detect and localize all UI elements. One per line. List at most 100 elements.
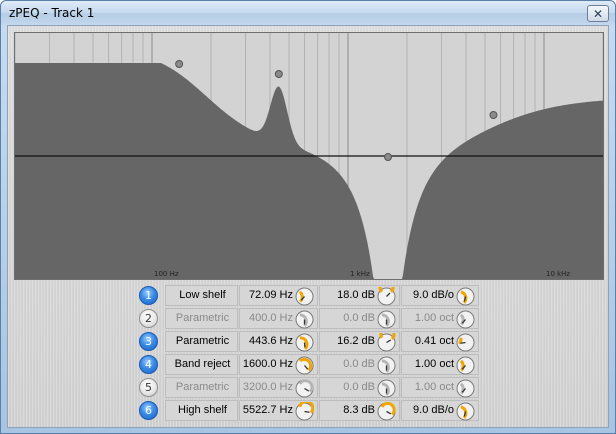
q-knob-icon[interactable] — [456, 333, 475, 352]
frequency-knob-icon[interactable] — [295, 287, 314, 306]
knob-graphic — [295, 379, 314, 398]
knob-graphic — [377, 326, 396, 352]
band-number: 2 — [145, 312, 152, 325]
band-q-field[interactable]: 0.41 oct — [401, 331, 479, 352]
band-row: 3 Parametric 443.6 Hz 16.2 dB 0.41 oct — [139, 326, 479, 353]
band-frequency-field[interactable]: 400.0 Hz — [239, 308, 318, 329]
knob-graphic — [377, 310, 396, 329]
band-row: 2 Parametric 400.0 Hz 0.0 dB 1.00 oct — [139, 307, 479, 330]
knob-graphic — [377, 379, 396, 398]
band-type-select[interactable]: Parametric — [165, 377, 238, 398]
band-node-handle[interactable] — [384, 153, 393, 161]
band-number: 6 — [145, 404, 152, 417]
band-q-field[interactable]: 1.00 oct — [401, 308, 479, 329]
band-gain-field[interactable]: 0.0 dB — [319, 308, 400, 329]
q-knob-icon[interactable] — [456, 402, 475, 421]
gain-knob-icon[interactable] — [377, 279, 396, 306]
band-gain-field[interactable]: 18.0 dB — [319, 279, 400, 306]
knob-graphic — [295, 310, 314, 329]
knob-graphic — [456, 310, 475, 329]
band-frequency-field[interactable]: 72.09 Hz — [239, 285, 318, 306]
knob-graphic — [377, 402, 396, 421]
band-toggle-button[interactable]: 6 — [139, 401, 158, 420]
window-title: zPEQ - Track 1 — [9, 6, 95, 20]
frequency-knob-icon[interactable] — [295, 356, 314, 375]
band-q-field[interactable]: 1.00 oct — [401, 377, 479, 398]
q-knob-icon[interactable] — [456, 310, 475, 329]
q-knob-icon[interactable] — [456, 356, 475, 375]
band-type-label: Band reject — [174, 358, 231, 370]
band-type-label: Parametric — [175, 335, 230, 347]
band-type-select[interactable]: Band reject — [165, 354, 238, 375]
frequency-value: 5522.7 Hz — [242, 404, 293, 416]
band-number: 5 — [145, 381, 152, 394]
band-type-label: Parametric — [175, 312, 230, 324]
frequency-value: 1600.0 Hz — [242, 358, 293, 370]
band-frequency-field[interactable]: 3200.0 Hz — [239, 377, 318, 398]
knob-graphic — [456, 287, 475, 306]
band-toggle-button[interactable]: 4 — [139, 355, 158, 374]
band-q-field[interactable]: 9.0 dB/o — [401, 400, 479, 421]
band-node-handle[interactable] — [175, 60, 184, 68]
knob-graphic — [295, 400, 315, 421]
frequency-knob-icon[interactable] — [295, 379, 314, 398]
frequency-knob-icon[interactable] — [295, 310, 314, 329]
frequency-knob-icon[interactable] — [295, 333, 314, 352]
q-value: 0.41 oct — [414, 335, 454, 347]
band-gain-field[interactable]: 8.3 dB — [319, 400, 400, 421]
frequency-value: 400.0 Hz — [248, 312, 293, 324]
close-button[interactable]: ✕ — [587, 5, 609, 22]
eq-curve-display[interactable]: 100 Hz 1 kHz 10 kHz — [15, 33, 603, 279]
band-type-select[interactable]: Low shelf — [165, 285, 238, 306]
frequency-label: 10 kHz — [546, 270, 570, 278]
q-knob-icon[interactable] — [456, 379, 475, 398]
frequency-label: 100 Hz — [154, 270, 179, 278]
band-toggle-button[interactable]: 1 — [139, 286, 158, 305]
band-q-field[interactable]: 1.00 oct — [401, 354, 479, 375]
gain-knob-icon[interactable] — [377, 356, 396, 375]
band-type-select[interactable]: High shelf — [165, 400, 238, 421]
band-toggle-button[interactable]: 2 — [139, 309, 158, 328]
title-bar[interactable]: zPEQ - Track 1 ✕ — [1, 1, 615, 25]
knob-graphic — [456, 356, 475, 375]
band-gain-field[interactable]: 0.0 dB — [319, 377, 400, 398]
gain-knob-icon[interactable] — [377, 310, 396, 329]
band-type-label: High shelf — [178, 404, 227, 416]
band-q-field[interactable]: 9.0 dB/o — [401, 285, 479, 306]
frequency-value: 443.6 Hz — [248, 335, 293, 347]
q-value: 1.00 oct — [414, 312, 454, 324]
q-knob-icon[interactable] — [456, 287, 475, 306]
band-frequency-field[interactable]: 5522.7 Hz — [239, 400, 318, 421]
band-frequency-field[interactable]: 1600.0 Hz — [239, 354, 318, 375]
band-node-handle[interactable] — [274, 70, 283, 78]
band-type-select[interactable]: Parametric — [165, 331, 238, 352]
q-value: 9.0 dB/o — [413, 289, 454, 301]
frequency-value: 3200.0 Hz — [242, 381, 293, 393]
gain-knob-icon[interactable] — [377, 379, 396, 398]
band-number: 1 — [145, 289, 152, 302]
band-table: 1 Low shelf 72.09 Hz 18.0 dB 9.0 dB/o 2 … — [139, 279, 479, 422]
eq-graph[interactable]: 100 Hz 1 kHz 10 kHz — [14, 32, 604, 280]
gain-value: 18.0 dB — [337, 289, 375, 301]
knob-graphic — [377, 279, 396, 306]
band-type-label: Low shelf — [179, 289, 226, 301]
band-type-select[interactable]: Parametric — [165, 308, 238, 329]
band-frequency-field[interactable]: 443.6 Hz — [239, 331, 318, 352]
band-type-label: Parametric — [175, 381, 230, 393]
band-row: 1 Low shelf 72.09 Hz 18.0 dB 9.0 dB/o — [139, 279, 479, 307]
band-gain-field[interactable]: 16.2 dB — [319, 326, 400, 352]
gain-value: 16.2 dB — [337, 335, 375, 347]
frequency-knob-icon[interactable] — [295, 400, 315, 421]
q-value: 1.00 oct — [414, 358, 454, 370]
gain-knob-icon[interactable] — [377, 402, 396, 421]
gain-value: 0.0 dB — [343, 312, 375, 324]
knob-graphic — [456, 333, 475, 352]
band-toggle-button[interactable]: 3 — [139, 332, 158, 351]
knob-graphic — [295, 356, 314, 375]
knob-graphic — [295, 287, 314, 306]
band-toggle-button[interactable]: 5 — [139, 378, 158, 397]
gain-knob-icon[interactable] — [377, 326, 396, 352]
q-value: 1.00 oct — [414, 381, 454, 393]
band-gain-field[interactable]: 0.0 dB — [319, 354, 400, 375]
band-node-handle[interactable] — [489, 111, 498, 119]
